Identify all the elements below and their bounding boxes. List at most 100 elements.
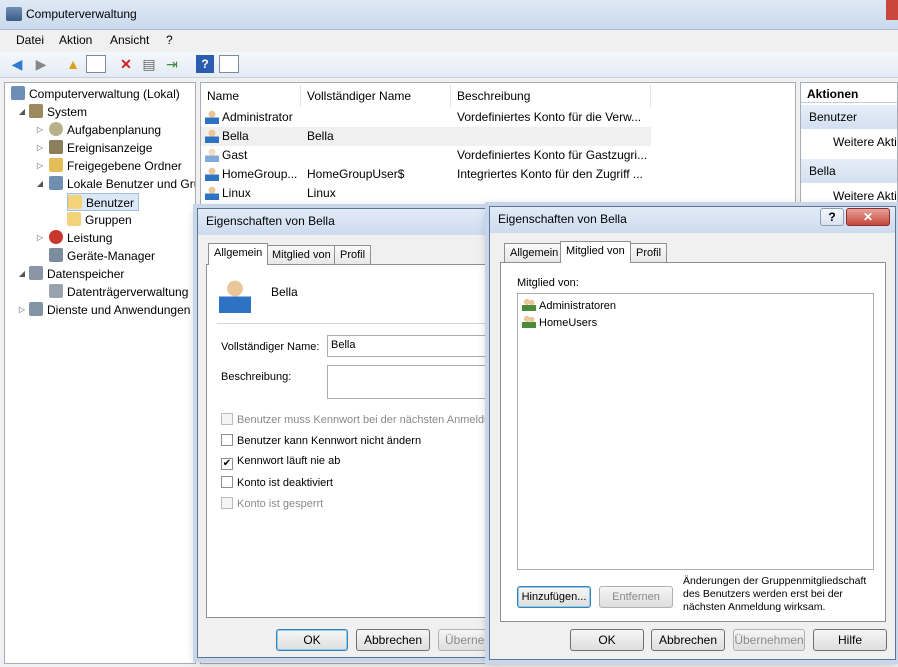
column-header-name[interactable]: Name: [201, 85, 301, 107]
menu-bar: Datei Aktion Ansicht ?: [0, 30, 898, 52]
tab-allgemein[interactable]: Allgemein: [208, 243, 269, 265]
list-row-selected[interactable]: Bella Bella: [201, 127, 651, 146]
users-icon: [49, 176, 63, 190]
delete-icon[interactable]: ✕: [117, 55, 135, 73]
event-viewer-icon: [49, 140, 63, 154]
add-button[interactable]: Hinzufügen...: [517, 586, 591, 608]
cancel-button[interactable]: Abbrechen: [356, 629, 430, 651]
checkbox-account-disabled[interactable]: Konto ist deaktiviert: [221, 476, 333, 489]
cancel-button[interactable]: Abbrechen: [651, 629, 725, 651]
actions-section-benutzer[interactable]: Benutzer: [801, 105, 897, 129]
action-weitere-aktionen[interactable]: Weitere Akti: [833, 189, 897, 203]
expand-icon[interactable]: ▷: [35, 139, 45, 157]
group-icon: [522, 298, 536, 311]
tab-mitglied-von[interactable]: Mitglied von: [560, 241, 631, 263]
apply-button[interactable]: Übernehmen: [733, 629, 805, 651]
device-manager-icon: [49, 248, 63, 262]
group-icon: [522, 315, 536, 328]
tree-item-aufgabenplanung[interactable]: Aufgabenplanung: [49, 121, 161, 139]
tree-item-datenspeicher[interactable]: Datenspeicher: [29, 265, 124, 283]
list-row[interactable]: Linux Linux: [201, 184, 651, 203]
forward-icon[interactable]: ▶: [32, 55, 50, 73]
checkbox-box: [221, 413, 233, 425]
checkbox-box: [221, 476, 233, 488]
tree-item-benutzer[interactable]: Benutzer: [67, 193, 140, 211]
shared-folder-icon: [49, 158, 63, 172]
full-name-input[interactable]: Bella: [327, 335, 497, 357]
checkbox-must-change-password[interactable]: Benutzer muss Kennwort bei der nächsten …: [221, 413, 502, 426]
folder-icon: [68, 195, 82, 209]
collapse-icon[interactable]: ◢: [17, 103, 27, 121]
full-name-label: Vollständiger Name:: [221, 341, 320, 353]
ok-button[interactable]: OK: [276, 629, 348, 651]
export-icon[interactable]: ⇥: [163, 55, 181, 73]
list-row[interactable]: HomeGroup... HomeGroupUser$ Integriertes…: [201, 165, 651, 184]
menu-aktion[interactable]: Aktion: [59, 33, 92, 47]
checkbox-box: [221, 434, 233, 446]
tree-item-ereignisanzeige[interactable]: Ereignisanzeige: [49, 139, 152, 157]
column-header-full-name[interactable]: Vollständiger Name: [301, 85, 451, 107]
ok-button[interactable]: OK: [570, 629, 644, 651]
action-weitere-aktionen[interactable]: Weitere Akti: [833, 135, 897, 149]
back-icon[interactable]: ◀: [8, 55, 26, 73]
actions-header: Aktionen: [801, 83, 897, 103]
member-of-label: Mitglied von:: [517, 277, 579, 289]
tab-allgemein[interactable]: Allgemein: [504, 243, 565, 263]
remove-button[interactable]: Entfernen: [599, 586, 673, 608]
username-label: Bella: [271, 285, 298, 299]
help-icon[interactable]: ?: [196, 55, 214, 73]
up-folder-icon[interactable]: ▲: [64, 55, 82, 73]
window-title: Computerverwaltung: [26, 7, 137, 21]
expand-icon[interactable]: ▷: [35, 229, 45, 247]
expand-icon[interactable]: ▷: [35, 121, 45, 139]
help-icon[interactable]: ?: [820, 208, 844, 226]
tree-item-gruppen[interactable]: Gruppen: [67, 211, 132, 229]
collapse-icon[interactable]: ◢: [35, 175, 45, 193]
list-item[interactable]: Administratoren: [522, 298, 616, 312]
services-icon: [29, 302, 43, 316]
menu-ansicht[interactable]: Ansicht: [110, 33, 149, 47]
tree-item-leistung[interactable]: Leistung: [49, 229, 112, 247]
membership-note: Änderungen der Gruppenmitgliedschaft des…: [683, 575, 867, 613]
actions-section-bella[interactable]: Bella: [801, 159, 897, 183]
separator: [217, 323, 487, 324]
tree-item-datentraegerverwaltung[interactable]: Datenträgerverwaltung: [49, 283, 188, 301]
checkbox-account-locked[interactable]: Konto ist gesperrt: [221, 497, 323, 510]
show-tree-icon[interactable]: [86, 55, 106, 73]
user-icon: [205, 110, 219, 124]
computer-icon: [11, 86, 25, 100]
list-row[interactable]: Gast Vordefiniertes Konto für Gastzugri.…: [201, 146, 651, 165]
tree-item-freigegebene-ordner[interactable]: Freigegebene Ordner: [49, 157, 182, 175]
tab-profil[interactable]: Profil: [630, 243, 668, 263]
expand-icon[interactable]: ▷: [35, 157, 45, 175]
dialog-title: Eigenschaften von Bella: [198, 209, 496, 235]
tree-item-geraete-manager[interactable]: Geräte-Manager: [49, 247, 155, 265]
properties-dialog-member-of: Eigenschaften von Bella ? ✕ Allgemein Mi…: [489, 206, 896, 660]
show-action-pane-icon[interactable]: [219, 55, 239, 73]
performance-icon: [49, 230, 63, 244]
tree-item-system[interactable]: System: [29, 103, 87, 121]
tree-item-lokale-benutzer[interactable]: Lokale Benutzer und Gru: [49, 175, 195, 193]
checkbox-password-never-expires[interactable]: ✔ Kennwort läuft nie ab: [221, 455, 340, 470]
checkbox-cannot-change-password[interactable]: Benutzer kann Kennwort nicht ändern: [221, 434, 421, 447]
help-button[interactable]: Hilfe: [813, 629, 887, 651]
disabled-user-icon: [205, 148, 219, 162]
description-input[interactable]: [327, 365, 497, 399]
tree-item-dienste[interactable]: Dienste und Anwendungen: [29, 301, 190, 319]
close-icon[interactable]: ✕: [846, 208, 890, 226]
group-listbox[interactable]: Administratoren HomeUsers: [517, 293, 874, 570]
tab-profil[interactable]: Profil: [334, 245, 372, 265]
menu-datei[interactable]: Datei: [16, 33, 44, 47]
menu-help[interactable]: ?: [166, 33, 173, 47]
collapse-icon[interactable]: ◢: [17, 265, 27, 283]
folder-icon: [67, 212, 81, 226]
tree-item-root[interactable]: Computerverwaltung (Lokal): [11, 85, 180, 103]
properties-icon[interactable]: ▤: [140, 55, 158, 73]
column-header-description[interactable]: Beschreibung: [451, 85, 651, 107]
expand-icon[interactable]: ▷: [17, 301, 27, 319]
list-item[interactable]: HomeUsers: [522, 315, 597, 329]
user-icon: [205, 186, 219, 200]
list-row[interactable]: Administrator Vordefiniertes Konto für d…: [201, 108, 651, 127]
close-icon[interactable]: [886, 0, 898, 20]
tab-mitglied-von[interactable]: Mitglied von: [266, 245, 337, 265]
